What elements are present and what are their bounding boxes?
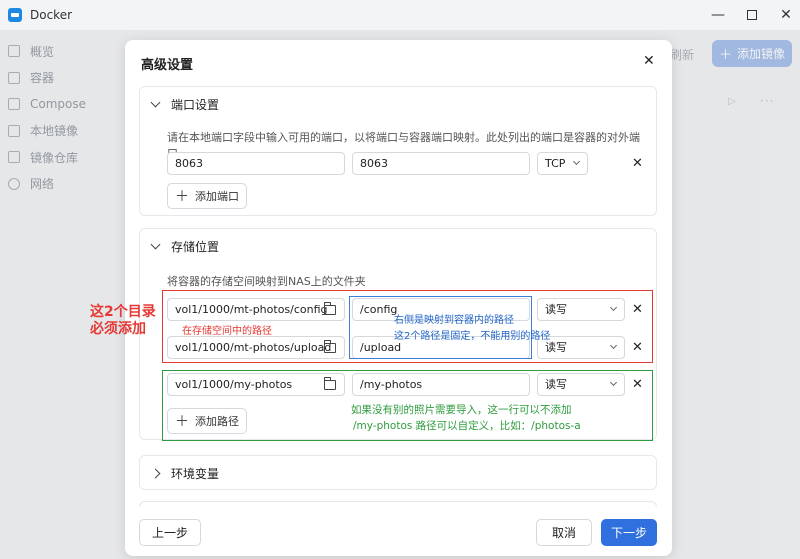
- docker-icon: [8, 8, 22, 22]
- env-panel: 环境变量: [139, 455, 657, 490]
- maximize-icon[interactable]: [740, 4, 764, 26]
- add-port-button[interactable]: ＋ 添加端口: [167, 183, 247, 209]
- protocol-select[interactable]: TCP: [537, 152, 588, 175]
- dialog-title: 高级设置: [141, 58, 194, 73]
- window-titlebar: Docker — ✕: [0, 0, 800, 30]
- required-note-line1: 这2个目录: [90, 304, 156, 320]
- storage-title: 存储位置: [171, 240, 220, 254]
- env-title: 环境变量: [171, 467, 220, 481]
- storage-description: 将容器的存储空间映射到NAS上的文件夹: [167, 275, 366, 288]
- container-port-input[interactable]: 8063: [352, 152, 530, 175]
- container-path-note-2: 这2个路径是固定，不能用别的路径: [394, 331, 551, 342]
- chevron-down-icon: [150, 97, 161, 108]
- cancel-button[interactable]: 取消: [536, 519, 592, 546]
- chevron-down-icon: [572, 157, 581, 166]
- close-icon[interactable]: ✕: [643, 53, 655, 69]
- window-title: Docker: [30, 8, 73, 22]
- port-settings-title: 端口设置: [171, 98, 220, 112]
- plus-icon: ＋: [175, 189, 189, 205]
- chevron-down-icon: [150, 239, 161, 250]
- minimize-icon[interactable]: —: [706, 4, 730, 26]
- storage-header[interactable]: 存储位置: [150, 238, 220, 255]
- local-port-input[interactable]: 8063: [167, 152, 345, 175]
- close-window-icon[interactable]: ✕: [774, 4, 798, 26]
- required-note-line2: 必须添加: [90, 321, 146, 337]
- protocol-value: TCP: [545, 157, 566, 170]
- env-header[interactable]: 环境变量: [150, 465, 220, 482]
- prev-step-button[interactable]: 上一步: [139, 519, 201, 546]
- port-settings-header[interactable]: 端口设置: [150, 96, 220, 113]
- required-note: 这2个目录 必须添加: [90, 304, 156, 338]
- add-port-label: 添加端口: [195, 190, 239, 203]
- next-step-button[interactable]: 下一步: [601, 519, 657, 546]
- optional-note-1: 如果没有别的照片需要导入，这一行可以不添加: [351, 404, 572, 416]
- port-settings-panel: 端口设置 请在本地端口字段中输入可用的端口，以将端口与容器端口映射。此处列出的端…: [139, 86, 657, 216]
- next-panel-edge: [139, 501, 657, 507]
- remove-port-icon[interactable]: ✕: [632, 157, 643, 171]
- container-path-note-1: 右侧是映射到容器内的路径: [394, 315, 514, 326]
- host-path-note: 在存储空间中的路径: [182, 326, 272, 337]
- chevron-right-icon: [150, 468, 161, 479]
- optional-note-2: /my-photos 路径可以自定义，比如：/photos-a: [353, 420, 581, 432]
